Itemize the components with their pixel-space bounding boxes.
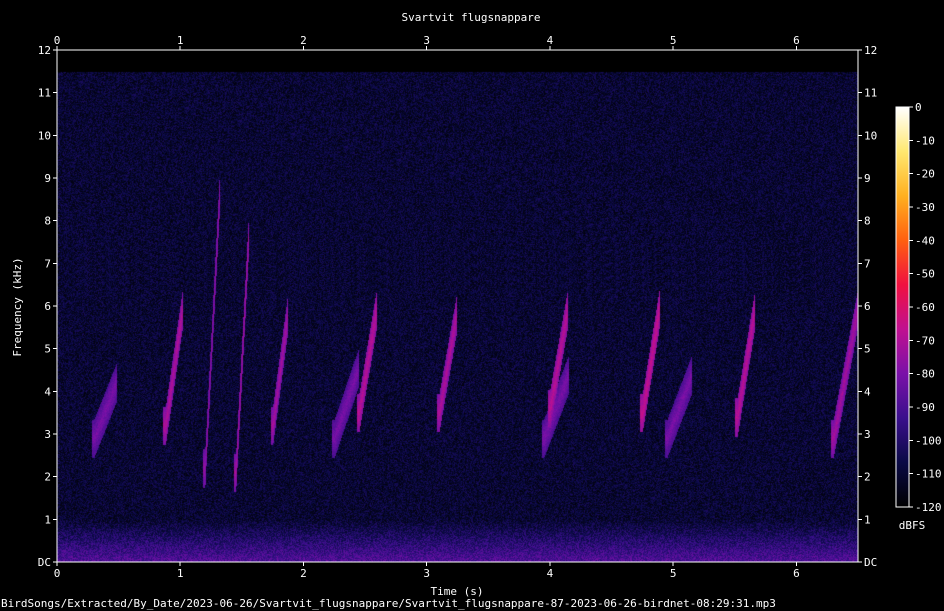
colorbar-label: dBFS	[899, 519, 926, 532]
y-tick-label-right: 7	[864, 257, 871, 270]
y-tick-label-right: 12	[864, 44, 877, 57]
y-tick-label-left: 11	[38, 87, 51, 100]
y-tick-label-right: 2	[864, 471, 871, 484]
y-tick-label-right: 8	[864, 215, 871, 228]
spectrogram-raster	[57, 50, 858, 562]
colorbar-tick-label: -110	[915, 468, 942, 481]
y-tick-label-left: DC	[38, 556, 51, 569]
y-tick-label-right: 9	[864, 172, 871, 185]
y-tick-label-right: 10	[864, 129, 877, 142]
colorbar-tick-label: -50	[915, 268, 935, 281]
y-tick-label-right: 1	[864, 513, 871, 526]
colorbar-tick-label: -40	[915, 234, 935, 247]
chart-title: Svartvit flugsnappare	[401, 11, 540, 24]
y-tick-label-right: 6	[864, 300, 871, 313]
y-tick-label-right: 5	[864, 343, 871, 356]
colorbar-tick-label: -80	[915, 368, 935, 381]
colorbar-tick-label: -20	[915, 168, 935, 181]
colorbar-tick-label: -10	[915, 134, 935, 147]
y-tick-label-left: 12	[38, 44, 51, 57]
y-tick-label-left: 1	[44, 513, 51, 526]
x-tick-label-bottom: 1	[177, 567, 184, 580]
x-tick-label-top: 6	[793, 34, 800, 47]
y-tick-label-left: 8	[44, 215, 51, 228]
colorbar-tick-label: -120	[915, 501, 942, 514]
spectrogram-figure: Svartvit flugsnappare 00112233445566DC DC…	[0, 0, 944, 611]
colorbar-gradient	[895, 106, 910, 508]
file-path-caption: BirdSongs/Extracted/By_Date/2023-06-26/S…	[1, 597, 776, 610]
x-tick-label-top: 5	[670, 34, 677, 47]
colorbar-tick-label: -100	[915, 434, 942, 447]
colorbar-tick-label: -60	[915, 301, 935, 314]
spectrogram-plot-area	[57, 50, 858, 562]
x-tick-label-bottom: 5	[670, 567, 677, 580]
y-tick-label-left: 6	[44, 300, 51, 313]
colorbar-tick-label: 0	[915, 101, 922, 114]
y-tick-label-right: 4	[864, 385, 871, 398]
x-tick-label-top: 0	[54, 34, 61, 47]
x-tick-label-bottom: 3	[423, 567, 430, 580]
y-axis-label: Frequency (kHz)	[11, 257, 24, 356]
x-tick-label-bottom: 6	[793, 567, 800, 580]
colorbar-tick-label: -30	[915, 201, 935, 214]
x-tick-label-top: 1	[177, 34, 184, 47]
y-tick-label-left: 3	[44, 428, 51, 441]
y-tick-label-left: 9	[44, 172, 51, 185]
x-tick-label-top: 4	[547, 34, 554, 47]
y-tick-label-left: 10	[38, 129, 51, 142]
x-tick-label-bottom: 4	[547, 567, 554, 580]
y-tick-label-right: 11	[864, 87, 877, 100]
y-tick-label-left: 7	[44, 257, 51, 270]
y-tick-label-left: 5	[44, 343, 51, 356]
x-tick-label-top: 3	[423, 34, 430, 47]
y-tick-label-right: 3	[864, 428, 871, 441]
x-tick-label-bottom: 2	[300, 567, 307, 580]
y-tick-label-left: 2	[44, 471, 51, 484]
colorbar-tick-label: -90	[915, 401, 935, 414]
x-tick-label-bottom: 0	[54, 567, 61, 580]
y-tick-label-left: 4	[44, 385, 51, 398]
y-tick-label-right: DC	[864, 556, 877, 569]
colorbar-tick-label: -70	[915, 334, 935, 347]
x-tick-label-top: 2	[300, 34, 307, 47]
